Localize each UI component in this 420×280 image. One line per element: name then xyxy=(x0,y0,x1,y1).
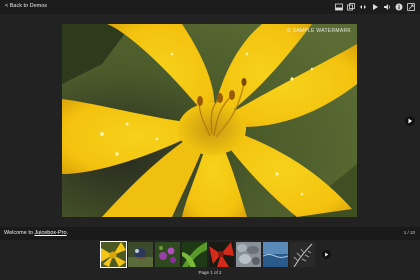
top-bar: < Back to Demos xyxy=(0,0,420,14)
thumbnails-icon[interactable] xyxy=(335,3,343,11)
thumbnail-blue-water[interactable] xyxy=(263,242,288,267)
thumbnail-bird[interactable] xyxy=(128,242,153,267)
audio-icon[interactable] xyxy=(383,3,391,11)
caption-suffix: . xyxy=(66,230,69,236)
image-stage: © SAMPLE WATERMARK xyxy=(0,14,420,227)
expand-icon[interactable] xyxy=(359,3,367,11)
fullscreen-icon[interactable] xyxy=(407,3,415,11)
thumbnail-yellow-lily[interactable] xyxy=(100,241,127,268)
chevron-right-icon xyxy=(408,118,412,124)
caption-bar: Welcome to Juicebox-Pro. 1 / 10 xyxy=(0,227,420,240)
toolbar xyxy=(335,2,415,12)
thumbnail-purple-flowers[interactable] xyxy=(155,242,180,267)
chevron-right-icon xyxy=(325,252,329,257)
thumbnail-red-flower[interactable] xyxy=(209,242,234,267)
image-caption: Welcome to Juicebox-Pro. xyxy=(4,230,68,236)
juicebox-pro-link[interactable]: Juicebox-Pro xyxy=(34,230,66,236)
watermark-text: © SAMPLE WATERMARK xyxy=(286,28,351,34)
next-image-button[interactable] xyxy=(405,116,415,126)
info-icon[interactable] xyxy=(395,3,403,11)
yellow-lily-photo xyxy=(62,24,357,217)
play-icon[interactable] xyxy=(371,3,379,11)
caption-prefix: Welcome to xyxy=(4,230,35,236)
open-image-icon[interactable] xyxy=(347,3,355,11)
image-counter: 1 / 10 xyxy=(403,230,415,235)
thumbnail-fern[interactable] xyxy=(290,242,315,267)
back-to-demos-link[interactable]: < Back to Demos xyxy=(5,3,47,9)
thumbnail-green-leaves[interactable] xyxy=(182,242,207,267)
main-image[interactable]: © SAMPLE WATERMARK xyxy=(62,24,357,217)
thumbnail-pebbles[interactable] xyxy=(236,242,261,267)
thumbnail-strip xyxy=(100,241,321,268)
pagination-label: Page 1 of 2 xyxy=(198,270,222,275)
next-thumbnails-button[interactable] xyxy=(322,250,331,259)
